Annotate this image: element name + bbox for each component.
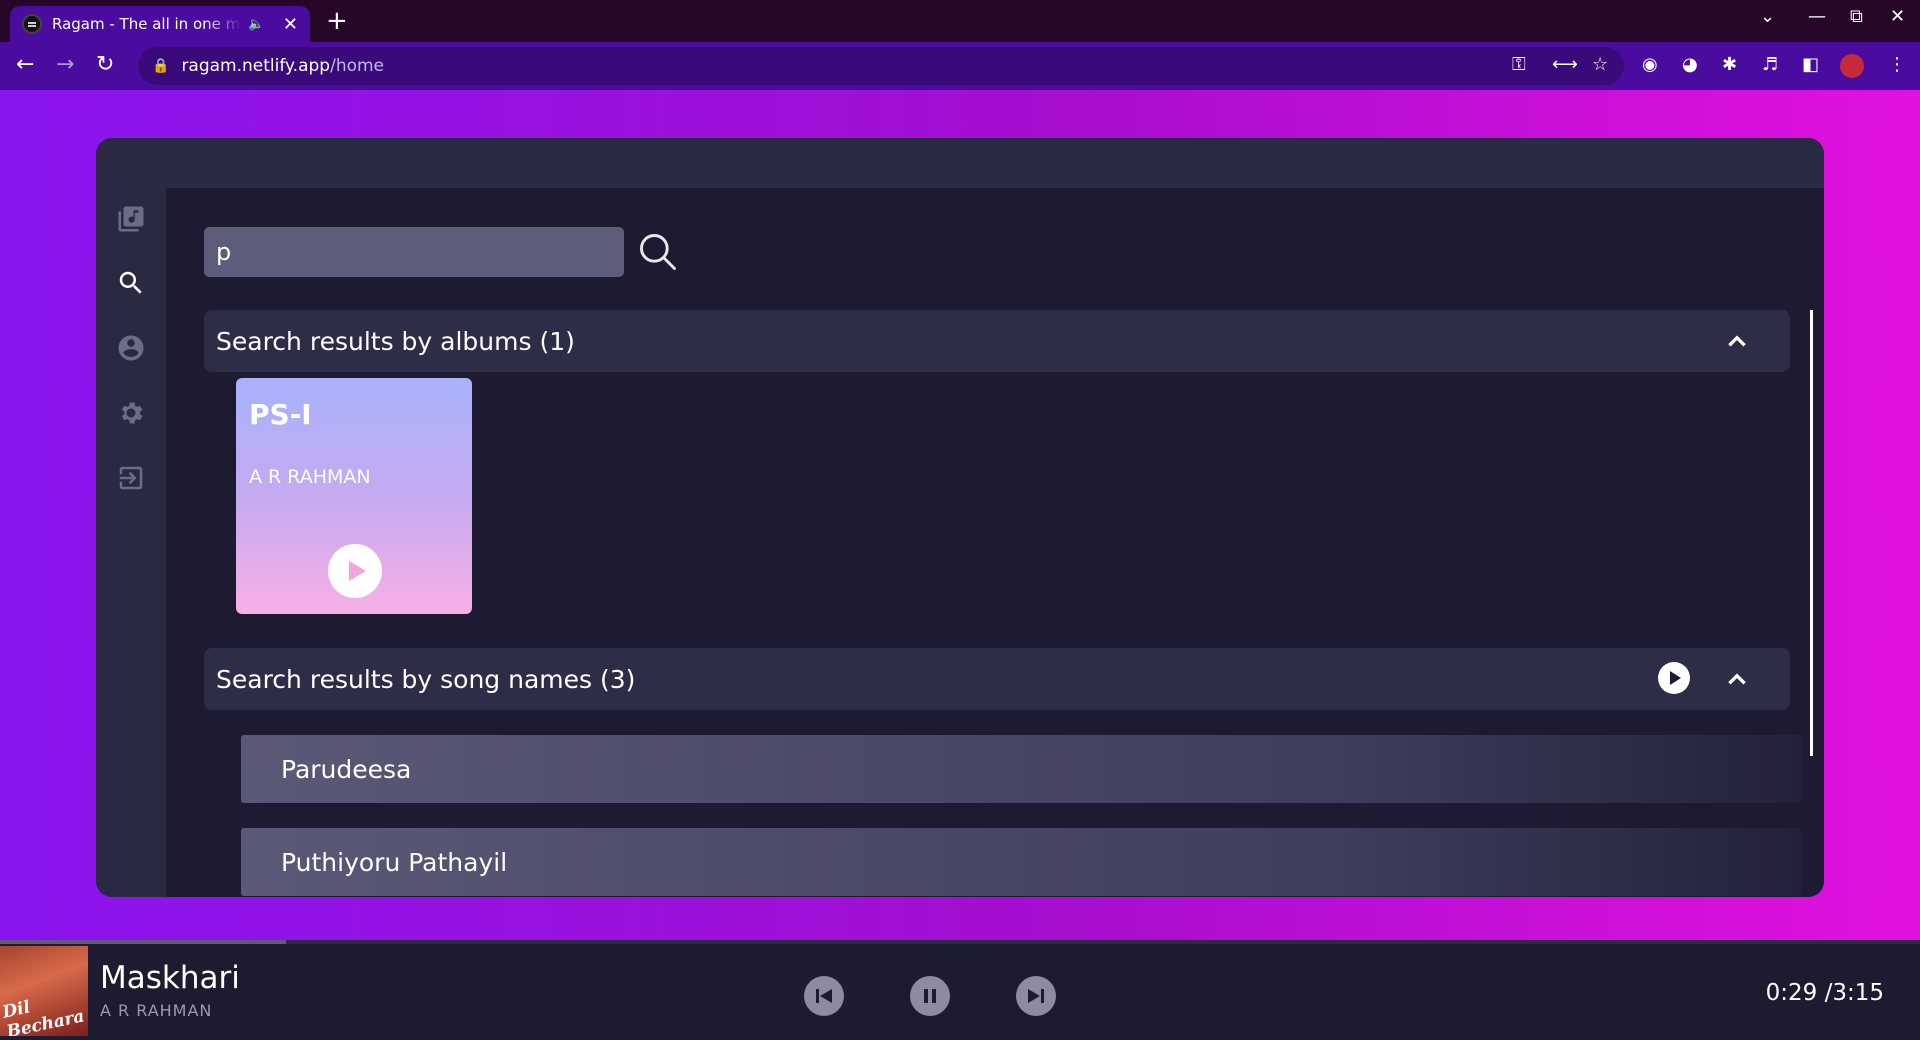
progress-track[interactable] — [0, 940, 1920, 944]
logout-icon[interactable] — [116, 463, 146, 493]
skip-next-icon — [1028, 989, 1044, 1003]
browser-tabstrip: Ragam - The all in one music 🔈 ✕ + ⌄ — ⧉… — [0, 0, 1920, 42]
playback-time: 0:29 /3:15 — [1765, 980, 1884, 1006]
side-panel-icon[interactable]: ◧ — [1802, 54, 1819, 75]
camera-extension-icon[interactable]: ◉ — [1642, 54, 1658, 75]
chevron-up-icon[interactable] — [1724, 666, 1750, 692]
app-window: Search results by albums (1) PS-I A R RA… — [96, 138, 1824, 897]
albums-section-label: Search results by albums (1) — [216, 326, 575, 356]
album-artist: A R RAHMAN — [249, 466, 371, 488]
search-icon[interactable] — [116, 268, 146, 298]
window-close-icon[interactable]: ✕ — [1890, 6, 1905, 27]
new-tab-icon[interactable]: + — [326, 6, 348, 36]
songs-section-header[interactable]: Search results by song names (3) — [204, 648, 1790, 710]
song-row[interactable]: Puthiyoru Pathayil — [241, 828, 1801, 896]
close-tab-icon[interactable]: ✕ — [283, 14, 298, 35]
forward-icon[interactable]: → — [56, 52, 74, 77]
url-host: ragam.netlify.app — [181, 56, 331, 76]
restore-icon[interactable]: ⧉ — [1850, 6, 1863, 27]
scrollbar[interactable] — [1810, 310, 1813, 756]
extensions-puzzle-icon[interactable]: ✱ — [1722, 54, 1737, 75]
lock-icon: 🔒 — [152, 58, 170, 74]
now-playing-title: Maskhari — [100, 960, 240, 996]
now-playing-artist: A R RAHMAN — [100, 1001, 213, 1020]
search-input[interactable] — [204, 227, 624, 277]
share-icon[interactable]: ⟷ — [1552, 54, 1578, 75]
app-topbar — [96, 138, 1824, 188]
album-title: PS-I — [249, 398, 312, 431]
cover-text: Dil Bechara — [0, 997, 87, 1036]
play-all-icon[interactable] — [1658, 662, 1690, 694]
bookmark-star-icon[interactable]: ☆ — [1592, 54, 1608, 75]
site-favicon-icon — [22, 14, 42, 34]
url-path: /home — [330, 56, 385, 76]
albums-section-header[interactable]: Search results by albums (1) — [204, 310, 1790, 372]
gear-icon[interactable] — [116, 398, 146, 428]
tab-title: Ragam - The all in one music — [52, 15, 242, 33]
song-name: Parudeesa — [281, 754, 412, 784]
account-circle-icon[interactable] — [116, 333, 146, 363]
back-icon[interactable]: ← — [16, 52, 34, 77]
sidebar — [96, 188, 166, 897]
reload-icon[interactable]: ↻ — [96, 52, 114, 77]
browser-tab[interactable]: Ragam - The all in one music 🔈 ✕ — [10, 6, 310, 42]
pause-button[interactable] — [910, 976, 950, 1016]
library-music-icon[interactable] — [116, 204, 146, 234]
previous-track-button[interactable] — [804, 976, 844, 1016]
album-play-icon[interactable] — [328, 544, 382, 598]
extension-badge-icon[interactable]: ◕ — [1682, 54, 1698, 75]
profile-avatar[interactable] — [1840, 54, 1864, 78]
minimize-icon[interactable]: — — [1808, 6, 1826, 27]
chevron-up-icon[interactable] — [1724, 328, 1750, 354]
album-card[interactable]: PS-I A R RAHMAN — [236, 378, 472, 614]
now-playing-cover: Dil Bechara — [0, 946, 88, 1036]
search-button-icon[interactable] — [636, 230, 680, 274]
browser-menu-icon[interactable]: ⋮ — [1888, 54, 1906, 75]
browser-toolbar: ← → ↻ 🔒 ragam.netlify.app/home ⚿ ⟷ ☆ ◉ ◕… — [0, 42, 1920, 90]
page-background: Search results by albums (1) PS-I A R RA… — [0, 90, 1920, 940]
skip-previous-icon — [816, 989, 832, 1003]
pause-icon — [924, 989, 936, 1003]
address-bar[interactable]: 🔒 ragam.netlify.app/home — [138, 47, 1624, 85]
songs-section-label: Search results by song names (3) — [216, 664, 636, 694]
main-content: Search results by albums (1) PS-I A R RA… — [166, 188, 1824, 897]
music-player: Dil Bechara Maskhari A R RAHMAN 0:29 /3:… — [0, 940, 1920, 1040]
song-name: Puthiyoru Pathayil — [281, 847, 508, 877]
audio-playing-icon[interactable]: 🔈 — [248, 17, 264, 32]
tab-search-icon[interactable]: ⌄ — [1760, 6, 1775, 27]
password-key-icon[interactable]: ⚿ — [1512, 54, 1526, 75]
song-row[interactable]: Parudeesa — [241, 735, 1801, 803]
next-track-button[interactable] — [1016, 976, 1056, 1016]
media-control-icon[interactable]: ♬ — [1762, 54, 1778, 75]
progress-fill — [0, 940, 287, 944]
